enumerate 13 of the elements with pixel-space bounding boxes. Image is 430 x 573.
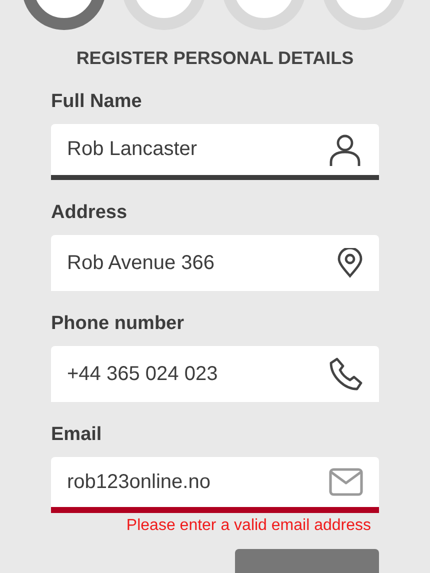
- input-field[interactable]: +44 365 024 023: [51, 346, 379, 402]
- field-label: Address: [51, 202, 128, 224]
- form-title: REGISTER PERSONAL DETAILS: [75, 48, 355, 69]
- error-message: Please enter a valid email address: [125, 517, 371, 535]
- location-pin-icon: [337, 248, 363, 278]
- field-label: Phone number: [51, 313, 186, 335]
- field-label: Full Name: [51, 91, 143, 113]
- input-field[interactable]: rob123online.no: [51, 457, 379, 513]
- input-field[interactable]: Rob Lancaster: [51, 124, 379, 180]
- input-field[interactable]: Rob Avenue 366: [51, 235, 379, 291]
- phone-icon: [329, 357, 363, 391]
- mail-icon: [329, 468, 363, 496]
- field-label: Email: [51, 424, 103, 446]
